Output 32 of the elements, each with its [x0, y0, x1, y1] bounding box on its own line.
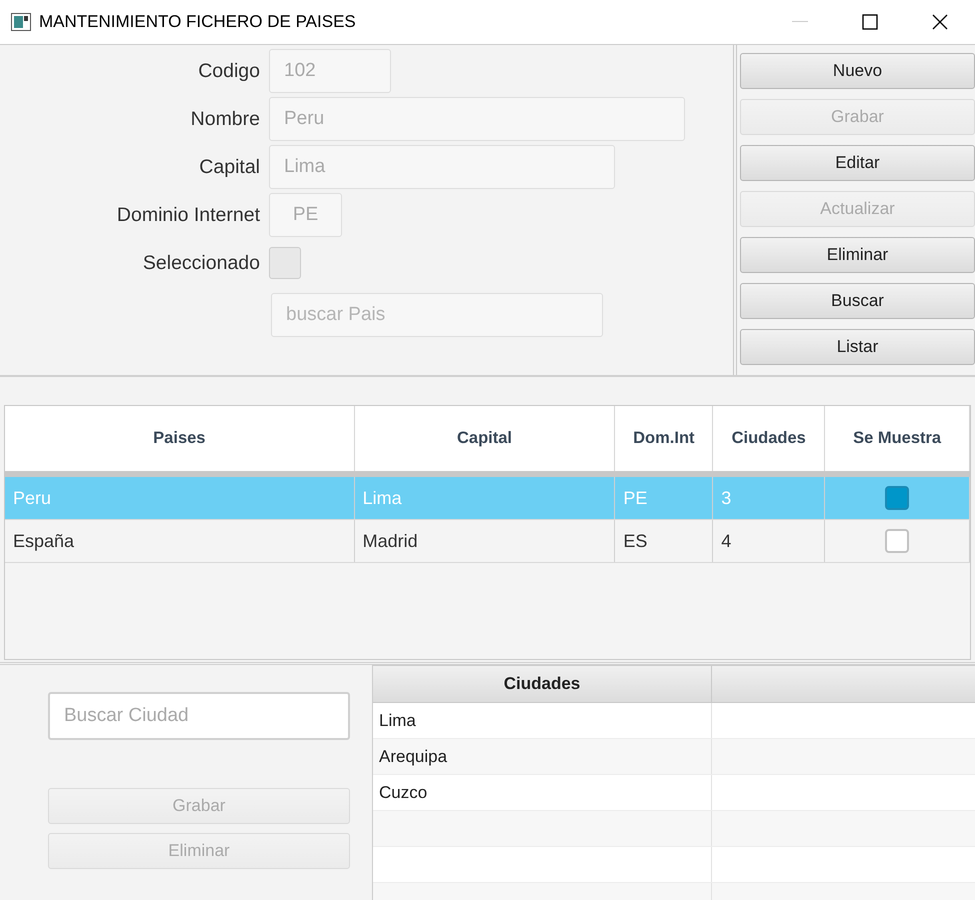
column-header[interactable]: Ciudades	[713, 406, 826, 471]
table-cell: España	[5, 520, 355, 562]
checkbox[interactable]	[885, 486, 910, 510]
action-button[interactable]: Listar	[740, 329, 975, 365]
table-row[interactable]: España Madrid ES 4	[5, 520, 970, 563]
search-field[interactable]: Buscar Ciudad	[48, 692, 350, 740]
table-cell: Peru	[5, 477, 355, 519]
field-label: Codigo	[197, 60, 260, 82]
window-title: MANTENIMIENTO FICHERO DE PAISES	[39, 12, 357, 32]
table-cell: 3	[713, 477, 826, 519]
table-cell: PE	[615, 477, 714, 519]
field-label: Nombre	[190, 108, 260, 130]
table-cell: Lima	[373, 703, 712, 738]
action-button[interactable]: Buscar	[740, 283, 975, 319]
action-button[interactable]: Nuevo	[740, 53, 975, 89]
action-button[interactable]: Eliminar	[740, 237, 975, 273]
table-cell: 4	[713, 520, 826, 562]
table-cell: Lima	[354, 477, 616, 519]
table-cell: Arequipa	[373, 739, 712, 774]
field-label: Capital	[198, 156, 260, 178]
column-header[interactable]: Dom.Int	[615, 406, 714, 471]
field-label: Dominio Internet	[116, 204, 260, 226]
table-cell: Madrid	[354, 520, 616, 562]
column-header[interactable]: Capital	[354, 406, 616, 471]
column-header[interactable]: Paises	[5, 406, 355, 471]
column-header[interactable]: Se Muestra	[825, 406, 970, 471]
field-label: Seleccionado	[142, 252, 260, 274]
table-cell: ES	[615, 520, 714, 562]
checkbox[interactable]	[885, 529, 910, 553]
app-icon	[11, 13, 31, 31]
table-cell: Cuzco	[373, 775, 712, 810]
action-button[interactable]: Editar	[740, 145, 975, 181]
